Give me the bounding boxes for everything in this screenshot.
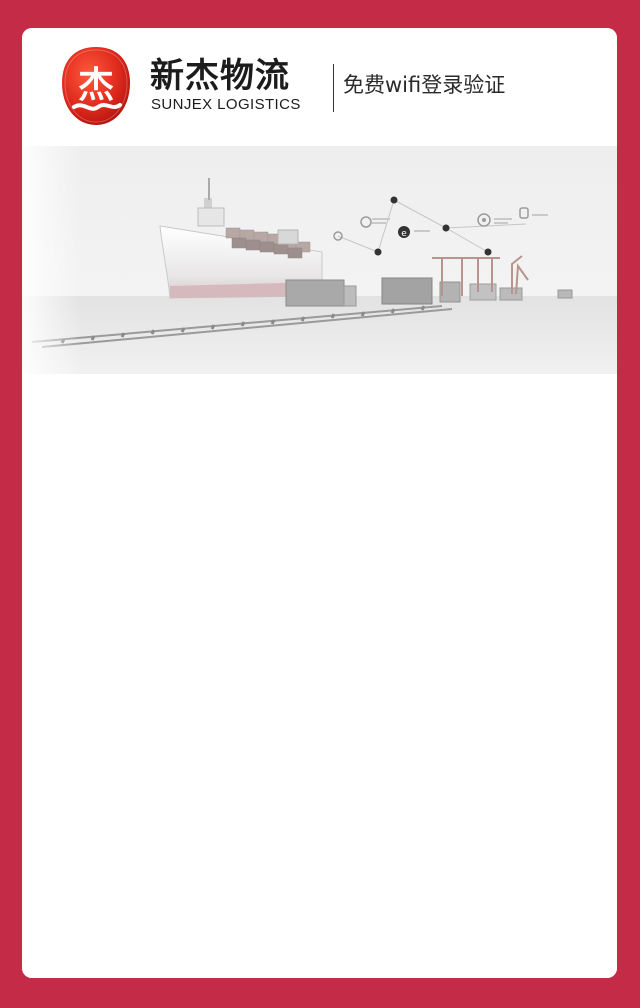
logistics-banner: e [22,146,617,374]
sunjex-logo-icon: 杰 [60,45,132,127]
svg-text:e: e [401,229,407,239]
brand-name-en: SUNJEX LOGISTICS [151,96,301,113]
header-divider [333,64,334,112]
brand-name-cn: 新杰物流 [150,56,290,96]
portal-title: 免费wifi登录验证 [343,73,506,97]
header: 杰 新杰物流 SUNJEX LOGISTICS 免费wifi登录验证 [22,28,617,146]
login-content-area [22,374,617,978]
login-card: 杰 新杰物流 SUNJEX LOGISTICS 免费wifi登录验证 e [22,28,617,978]
logo-mark-text: 杰 [78,65,114,106]
